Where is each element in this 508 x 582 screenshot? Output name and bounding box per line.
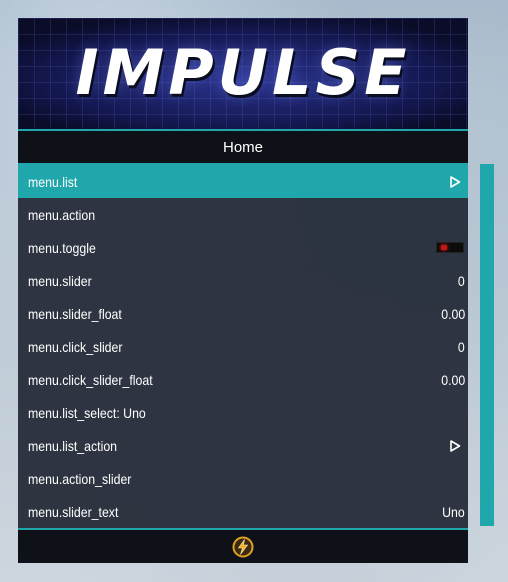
menu-item[interactable]: menu.list_action	[18, 429, 468, 462]
menu-item-value: 0	[458, 338, 465, 355]
menu-item-label: menu.list	[28, 173, 78, 190]
menu-item[interactable]: menu.toggle	[18, 231, 468, 264]
toggle-switch[interactable]	[436, 242, 464, 253]
menu-item[interactable]: menu.slider_text Uno	[18, 495, 468, 528]
menu-item-value: 0.00	[441, 371, 465, 388]
menu-item-label: menu.list_action	[28, 437, 118, 454]
menu-header-banner: IMPULSE	[18, 18, 468, 131]
menu-item-value: Uno	[442, 503, 465, 520]
menu-item-label: menu.action_slider	[28, 470, 132, 487]
menu-item[interactable]: menu.click_slider 0	[18, 330, 468, 363]
menu-item-label: menu.slider	[28, 272, 92, 289]
menu-item[interactable]: menu.list	[18, 165, 468, 198]
menu-item[interactable]: menu.action_slider	[18, 462, 468, 495]
toggle-indicator-icon	[441, 245, 447, 250]
trainer-menu: IMPULSE Home menu.list menu.action menu.to…	[18, 18, 468, 563]
menu-item-value: 0	[458, 272, 465, 289]
menu-item-label: menu.slider_text	[28, 503, 119, 520]
menu-item-value: 0.00	[441, 305, 465, 322]
menu-item[interactable]: menu.action	[18, 198, 468, 231]
menu-item[interactable]: menu.slider_float 0.00	[18, 297, 468, 330]
menu-item-label: menu.action	[28, 206, 96, 223]
menu-item-label: menu.list_select: Uno	[28, 404, 146, 421]
menu-item[interactable]: menu.click_slider_float 0.00	[18, 363, 468, 396]
menu-item-label: menu.slider_float	[28, 305, 122, 322]
menu-scrollbar[interactable]	[480, 164, 494, 526]
lightning-bolt-icon	[232, 536, 254, 557]
menu-logo-title: IMPULSE	[75, 36, 411, 109]
menu-footer	[18, 528, 468, 563]
menu-item-label: menu.toggle	[28, 239, 96, 256]
submenu-arrow-icon	[450, 439, 461, 452]
menu-item[interactable]: menu.list_select: Uno	[18, 396, 468, 429]
menu-item-label: menu.click_slider	[28, 338, 123, 355]
submenu-title: Home	[18, 131, 468, 165]
menu-item[interactable]: menu.slider 0	[18, 264, 468, 297]
submenu-arrow-icon	[450, 175, 461, 188]
menu-items-list: menu.list menu.action menu.toggle menu.slid…	[18, 165, 468, 528]
menu-item-label: menu.click_slider_float	[28, 371, 153, 388]
